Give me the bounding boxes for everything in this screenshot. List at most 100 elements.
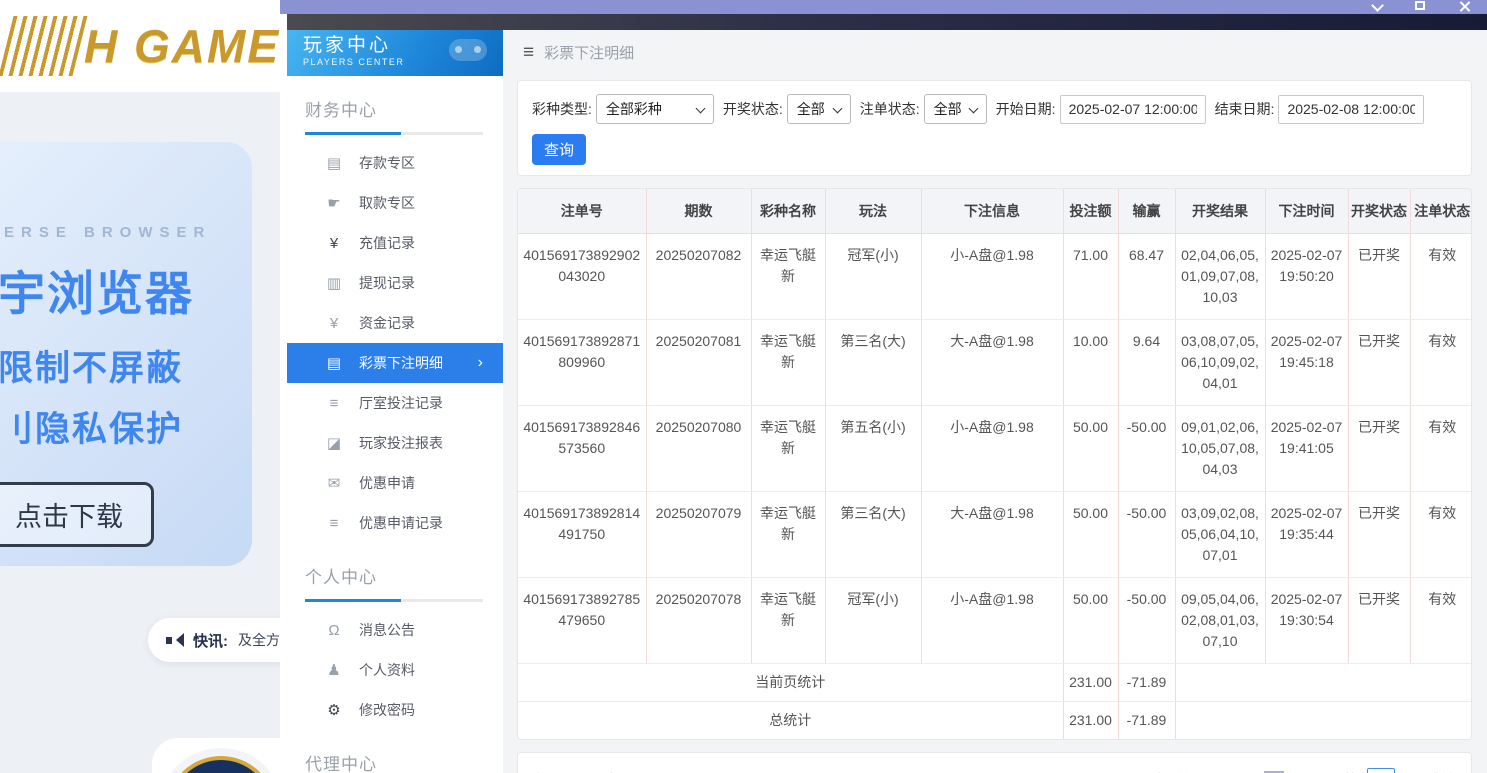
- table-cell: 401569173892785479650: [518, 577, 647, 664]
- column-header: 开奖状态: [1348, 189, 1411, 234]
- sidebar-item-lottery-bet-details[interactable]: ▤ 彩票下注明细 ›: [287, 343, 503, 383]
- table-cell: 第三名(大): [825, 491, 922, 578]
- table-cell: -50.00: [1118, 405, 1176, 492]
- column-header: 注单状态: [1410, 189, 1471, 234]
- bell-icon: Ω: [328, 621, 340, 639]
- records-icon: ≡: [329, 394, 339, 412]
- browser-ad-banner[interactable]: ERSE BROWSER 宇浏览器 限制不屏蔽 刂隐私保护 点击下载: [0, 142, 252, 566]
- table-cell: 2025-02-07 19:35:44: [1265, 491, 1349, 578]
- sidebar-item-label: 优惠申请记录: [359, 515, 443, 531]
- sidebar-item-profile[interactable]: ♟ 个人资料: [287, 650, 503, 690]
- page-jump-input[interactable]: [1367, 768, 1395, 773]
- section-underline: [305, 599, 483, 602]
- table-cell: 小-A盘@1.98: [921, 405, 1064, 492]
- table-cell: 401569173892902043020: [518, 233, 647, 320]
- table-cell: 小-A盘@1.98: [921, 233, 1064, 320]
- sidebar-item-label: 玩家投注报表: [359, 435, 443, 451]
- coupon-icon: ✉: [327, 475, 341, 492]
- order-status-label: 注单状态:: [859, 101, 920, 117]
- column-header: 彩种名称: [751, 189, 826, 234]
- sidebar-item-label: 消息公告: [359, 622, 415, 638]
- logo-text: H GAME: [84, 20, 280, 72]
- table-body: 401569173892902043020 20250207082 幸运飞艇新 冠军(…: [518, 233, 1471, 664]
- card-icon: ▤: [326, 155, 342, 172]
- end-date-input[interactable]: [1278, 94, 1425, 124]
- table-cell: 大-A盘@1.98: [921, 491, 1064, 578]
- news-ticker[interactable]: 快讯: 及全方位: [148, 618, 280, 662]
- bet-details-table-card: 注单号 期数 彩种名称 玩法 下注信息 投注额 输赢 开奖结果 下注时间 开奖状态 注单状态 401…: [517, 188, 1472, 740]
- site-logo[interactable]: H GAME: [0, 16, 280, 76]
- sidebar-item-messages[interactable]: Ω 消息公告: [287, 610, 503, 650]
- sidebar-item-withdrawal-records[interactable]: ▥ 提现记录: [287, 263, 503, 303]
- table-cell: 有效: [1410, 319, 1471, 406]
- table-cell: 50.00: [1063, 577, 1119, 664]
- chevron-right-icon: ›: [477, 354, 483, 371]
- sidebar-header[interactable]: 玩家中心 PLAYERS CENTER: [287, 30, 503, 76]
- draw-status-value: 全部: [796, 101, 825, 117]
- column-header: 输赢: [1118, 189, 1176, 234]
- table-cell: 已开奖: [1348, 577, 1411, 664]
- table-cell: 第五名(小): [825, 405, 922, 492]
- window-maximize-icon[interactable]: [1415, 1, 1425, 10]
- summary-empty: [1175, 701, 1471, 739]
- hamburger-menu-icon[interactable]: ≡: [523, 43, 534, 62]
- table-cell: 71.00: [1063, 233, 1119, 320]
- table-row: 401569173892785479650 20250207078 幸运飞艇新 冠军(…: [518, 577, 1471, 664]
- sidebar-item-label: 充值记录: [359, 235, 415, 251]
- table-cell: 幸运飞艇新: [751, 319, 826, 406]
- players-center-window: 玩家中心 PLAYERS CENTER 财务中心 ▤ 存款专区 ☛ 取款专区 ¥ 充值记录 ▥…: [280, 0, 1487, 773]
- download-button[interactable]: 点击下载: [0, 482, 154, 547]
- table-cell: 有效: [1410, 577, 1471, 664]
- hand-icon: ☛: [327, 195, 341, 212]
- records-icon: ≡: [329, 514, 339, 532]
- sidebar-item-withdraw-zone[interactable]: ☛ 取款专区: [287, 183, 503, 223]
- banner-tagline-en: ERSE BROWSER: [4, 224, 212, 241]
- sidebar-item-deposit-zone[interactable]: ▤ 存款专区: [287, 143, 503, 183]
- page-title: 彩票下注明细: [544, 44, 635, 62]
- column-header: 玩法: [825, 189, 922, 234]
- table-cell: 20250207078: [646, 577, 752, 664]
- sidebar-item-recharge-records[interactable]: ¥ 充值记录: [287, 223, 503, 263]
- lottery-type-label: 彩种类型:: [532, 101, 592, 117]
- table-cell: 2025-02-07 19:41:05: [1265, 405, 1349, 492]
- table-cell: 幸运飞艇新: [751, 405, 826, 492]
- user-icon: ♟: [327, 662, 341, 679]
- table-cell: 03,08,07,05,06,10,09,02,04,01: [1175, 319, 1266, 406]
- table-cell: 小-A盘@1.98: [921, 577, 1064, 664]
- funds-icon: ¥: [329, 314, 339, 332]
- start-date-label: 开始日期:: [995, 101, 1056, 117]
- table-cell: 有效: [1410, 491, 1471, 578]
- table-cell: 09,05,04,06,02,08,01,03,07,10: [1175, 577, 1266, 664]
- sidebar-item-promo-apply[interactable]: ✉ 优惠申请: [287, 463, 503, 503]
- sidebar-item-label: 个人资料: [359, 662, 415, 678]
- table-cell: 幸运飞艇新: [751, 577, 826, 664]
- sidebar-item-player-bet-report[interactable]: ◪ 玩家投注报表: [287, 423, 503, 463]
- sidebar-item-change-password[interactable]: ⚙ 修改密码: [287, 690, 503, 730]
- start-date-input[interactable]: [1059, 94, 1206, 124]
- banner-line-2: 刂隐私保护: [0, 410, 184, 449]
- table-cell: 已开奖: [1348, 405, 1411, 492]
- filter-panel: 彩种类型: 全部彩种 开奖状态: 全部 注单状态: 全部 开始日期: 结束日期:…: [517, 80, 1472, 176]
- background-page: H GAME ERSE BROWSER 宇浏览器 限制不屏蔽 刂隐私保护 点击下…: [0, 0, 280, 773]
- window-body: 玩家中心 PLAYERS CENTER 财务中心 ▤ 存款专区 ☛ 取款专区 ¥ 充值记录 ▥…: [287, 30, 1487, 773]
- window-chevron-down-icon[interactable]: [1372, 1, 1381, 10]
- sidebar-item-promo-apply-records[interactable]: ≡ 优惠申请记录: [287, 503, 503, 543]
- window-titlebar: [280, 0, 1487, 14]
- column-header: 注单号: [518, 189, 647, 234]
- query-button[interactable]: 查询: [532, 134, 586, 165]
- sidebar-item-funds-records[interactable]: ¥ 资金记录: [287, 303, 503, 343]
- draw-status-select[interactable]: 全部: [786, 94, 851, 124]
- table-cell: 9.64: [1118, 319, 1176, 406]
- table-cell: 已开奖: [1348, 491, 1411, 578]
- order-status-select[interactable]: 全部: [923, 94, 987, 124]
- banner-line-1: 限制不屏蔽: [0, 349, 184, 388]
- sidebar-item-hall-bet-records[interactable]: ≡ 厅室投注记录: [287, 383, 503, 423]
- window-close-icon[interactable]: [1459, 1, 1471, 11]
- table-cell: 冠军(小): [825, 577, 922, 664]
- summary-bet-total: 231.00: [1063, 701, 1119, 739]
- table-cell: 有效: [1410, 405, 1471, 492]
- lottery-type-select[interactable]: 全部彩种: [595, 94, 714, 124]
- table-cell: 68.47: [1118, 233, 1176, 320]
- ticker-text: 及全方位: [238, 632, 280, 648]
- table-cell: 已开奖: [1348, 319, 1411, 406]
